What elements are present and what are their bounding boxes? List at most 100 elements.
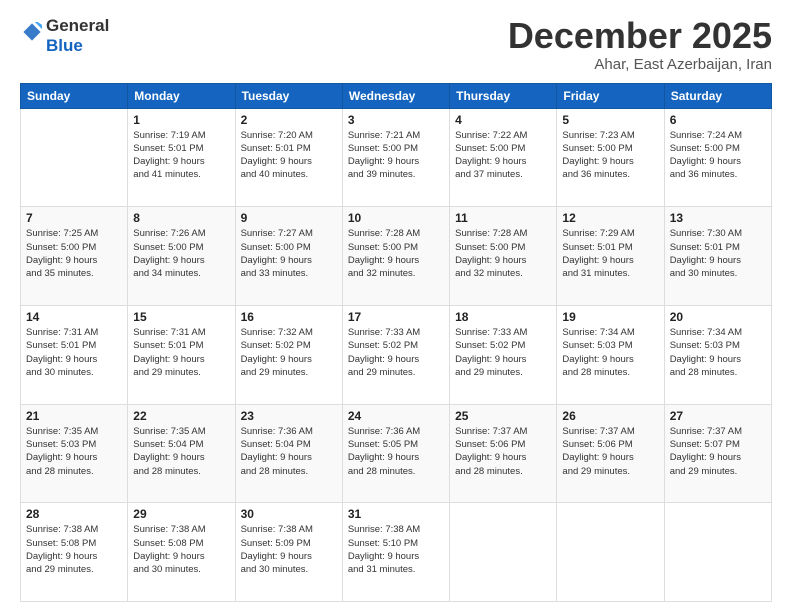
day-detail: Sunrise: 7:34 AM Sunset: 5:03 PM Dayligh… — [670, 326, 766, 379]
day-detail: Sunrise: 7:37 AM Sunset: 5:06 PM Dayligh… — [455, 425, 551, 478]
day-detail: Sunrise: 7:36 AM Sunset: 5:04 PM Dayligh… — [241, 425, 337, 478]
day-number: 16 — [241, 310, 337, 324]
weekday-header-monday: Monday — [128, 83, 235, 108]
day-number: 1 — [133, 113, 229, 127]
day-number: 20 — [670, 310, 766, 324]
calendar-cell: 17 Sunrise: 7:33 AM Sunset: 5:02 PM Dayli… — [342, 305, 449, 404]
week-row-0: 1Sunrise: 7:19 AM Sunset: 5:01 PM Daylig… — [21, 108, 772, 207]
weekday-header-wednesday: Wednesday — [342, 83, 449, 108]
day-detail: Sunrise: 7:37 AM Sunset: 5:06 PM Dayligh… — [562, 425, 658, 478]
page: General Blue December 2025 Ahar, East Az… — [0, 0, 792, 612]
calendar-title: December 2025 — [508, 16, 772, 56]
day-number: 6 — [670, 113, 766, 127]
day-number: 12 — [562, 211, 658, 225]
day-detail: Sunrise: 7:33 AM Sunset: 5:02 PM Dayligh… — [348, 326, 444, 379]
calendar-cell: 5 Sunrise: 7:23 AM Sunset: 5:00 PM Daylig… — [557, 108, 664, 207]
calendar-cell — [664, 503, 771, 602]
calendar-table: SundayMondayTuesdayWednesdayThursdayFrid… — [20, 83, 772, 602]
calendar-cell: 24 Sunrise: 7:36 AM Sunset: 5:05 PM Dayli… — [342, 404, 449, 503]
calendar-cell: 30 Sunrise: 7:38 AM Sunset: 5:09 PM Dayli… — [235, 503, 342, 602]
day-detail: Sunrise: 7:26 AM Sunset: 5:00 PM Dayligh… — [133, 227, 229, 280]
day-number: 17 — [348, 310, 444, 324]
day-detail: Sunrise: 7:35 AM Sunset: 5:04 PM Dayligh… — [133, 425, 229, 478]
day-number: 24 — [348, 409, 444, 423]
day-detail: Sunrise: 7:35 AM Sunset: 5:03 PM Dayligh… — [26, 425, 122, 478]
calendar-cell: 29 Sunrise: 7:38 AM Sunset: 5:08 PM Dayli… — [128, 503, 235, 602]
day-number: 2 — [241, 113, 337, 127]
weekday-header-row: SundayMondayTuesdayWednesdayThursdayFrid… — [21, 83, 772, 108]
calendar-cell: 1Sunrise: 7:19 AM Sunset: 5:01 PM Daylig… — [128, 108, 235, 207]
day-number: 11 — [455, 211, 551, 225]
day-number: 15 — [133, 310, 229, 324]
calendar-cell — [450, 503, 557, 602]
calendar-cell: 6 Sunrise: 7:24 AM Sunset: 5:00 PM Daylig… — [664, 108, 771, 207]
calendar-cell: 18 Sunrise: 7:33 AM Sunset: 5:02 PM Dayli… — [450, 305, 557, 404]
calendar-cell: 25 Sunrise: 7:37 AM Sunset: 5:06 PM Dayli… — [450, 404, 557, 503]
calendar-cell: 13Sunrise: 7:30 AM Sunset: 5:01 PM Dayli… — [664, 207, 771, 306]
calendar-cell: 9Sunrise: 7:27 AM Sunset: 5:00 PM Daylig… — [235, 207, 342, 306]
calendar-cell: 16Sunrise: 7:32 AM Sunset: 5:02 PM Dayli… — [235, 305, 342, 404]
calendar-cell — [21, 108, 128, 207]
calendar-subtitle: Ahar, East Azerbaijan, Iran — [508, 56, 772, 73]
day-detail: Sunrise: 7:38 AM Sunset: 5:10 PM Dayligh… — [348, 523, 444, 576]
logo-icon — [22, 22, 42, 42]
day-number: 27 — [670, 409, 766, 423]
logo: General Blue — [20, 16, 109, 55]
calendar-cell: 14 Sunrise: 7:31 AM Sunset: 5:01 PM Dayli… — [21, 305, 128, 404]
calendar-cell: 8 Sunrise: 7:26 AM Sunset: 5:00 PM Daylig… — [128, 207, 235, 306]
day-number: 4 — [455, 113, 551, 127]
day-detail: Sunrise: 7:31 AM Sunset: 5:01 PM Dayligh… — [133, 326, 229, 379]
day-number: 8 — [133, 211, 229, 225]
day-detail: Sunrise: 7:25 AM Sunset: 5:00 PM Dayligh… — [26, 227, 122, 280]
day-detail: Sunrise: 7:28 AM Sunset: 5:00 PM Dayligh… — [348, 227, 444, 280]
day-detail: Sunrise: 7:38 AM Sunset: 5:08 PM Dayligh… — [26, 523, 122, 576]
day-number: 18 — [455, 310, 551, 324]
day-detail: Sunrise: 7:23 AM Sunset: 5:00 PM Dayligh… — [562, 129, 658, 182]
day-number: 9 — [241, 211, 337, 225]
calendar-cell: 11Sunrise: 7:28 AM Sunset: 5:00 PM Dayli… — [450, 207, 557, 306]
calendar-cell: 28 Sunrise: 7:38 AM Sunset: 5:08 PM Dayli… — [21, 503, 128, 602]
day-number: 19 — [562, 310, 658, 324]
weekday-header-thursday: Thursday — [450, 83, 557, 108]
weekday-header-saturday: Saturday — [664, 83, 771, 108]
week-row-3: 21 Sunrise: 7:35 AM Sunset: 5:03 PM Dayli… — [21, 404, 772, 503]
day-detail: Sunrise: 7:36 AM Sunset: 5:05 PM Dayligh… — [348, 425, 444, 478]
day-detail: Sunrise: 7:24 AM Sunset: 5:00 PM Dayligh… — [670, 129, 766, 182]
day-number: 29 — [133, 507, 229, 521]
calendar-cell: 21 Sunrise: 7:35 AM Sunset: 5:03 PM Dayli… — [21, 404, 128, 503]
day-number: 14 — [26, 310, 122, 324]
day-number: 7 — [26, 211, 122, 225]
calendar-cell: 20 Sunrise: 7:34 AM Sunset: 5:03 PM Dayli… — [664, 305, 771, 404]
weekday-header-sunday: Sunday — [21, 83, 128, 108]
day-detail: Sunrise: 7:38 AM Sunset: 5:08 PM Dayligh… — [133, 523, 229, 576]
day-number: 13 — [670, 211, 766, 225]
day-number: 28 — [26, 507, 122, 521]
day-number: 5 — [562, 113, 658, 127]
day-detail: Sunrise: 7:29 AM Sunset: 5:01 PM Dayligh… — [562, 227, 658, 280]
calendar-cell: 27 Sunrise: 7:37 AM Sunset: 5:07 PM Dayli… — [664, 404, 771, 503]
calendar-cell: 7 Sunrise: 7:25 AM Sunset: 5:00 PM Daylig… — [21, 207, 128, 306]
day-detail: Sunrise: 7:34 AM Sunset: 5:03 PM Dayligh… — [562, 326, 658, 379]
calendar-cell: 2Sunrise: 7:20 AM Sunset: 5:01 PM Daylig… — [235, 108, 342, 207]
header: General Blue December 2025 Ahar, East Az… — [20, 16, 772, 73]
calendar-cell: 15 Sunrise: 7:31 AM Sunset: 5:01 PM Dayli… — [128, 305, 235, 404]
day-detail: Sunrise: 7:21 AM Sunset: 5:00 PM Dayligh… — [348, 129, 444, 182]
calendar-cell: 19 Sunrise: 7:34 AM Sunset: 5:03 PM Dayli… — [557, 305, 664, 404]
day-number: 26 — [562, 409, 658, 423]
calendar-cell: 26 Sunrise: 7:37 AM Sunset: 5:06 PM Dayli… — [557, 404, 664, 503]
day-detail: Sunrise: 7:37 AM Sunset: 5:07 PM Dayligh… — [670, 425, 766, 478]
day-detail: Sunrise: 7:22 AM Sunset: 5:00 PM Dayligh… — [455, 129, 551, 182]
calendar-cell: 3 Sunrise: 7:21 AM Sunset: 5:00 PM Daylig… — [342, 108, 449, 207]
week-row-1: 7 Sunrise: 7:25 AM Sunset: 5:00 PM Daylig… — [21, 207, 772, 306]
day-number: 21 — [26, 409, 122, 423]
title-block: December 2025 Ahar, East Azerbaijan, Ira… — [508, 16, 772, 73]
weekday-header-tuesday: Tuesday — [235, 83, 342, 108]
day-number: 25 — [455, 409, 551, 423]
day-detail: Sunrise: 7:38 AM Sunset: 5:09 PM Dayligh… — [241, 523, 337, 576]
day-detail: Sunrise: 7:33 AM Sunset: 5:02 PM Dayligh… — [455, 326, 551, 379]
day-number: 3 — [348, 113, 444, 127]
day-detail: Sunrise: 7:31 AM Sunset: 5:01 PM Dayligh… — [26, 326, 122, 379]
calendar-cell: 31Sunrise: 7:38 AM Sunset: 5:10 PM Dayli… — [342, 503, 449, 602]
logo-text: General Blue — [46, 16, 109, 55]
day-number: 30 — [241, 507, 337, 521]
